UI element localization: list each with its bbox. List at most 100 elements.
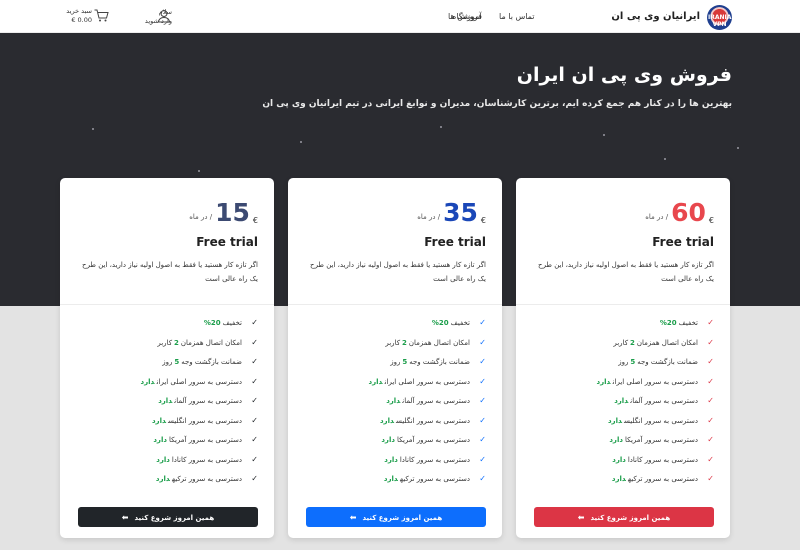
currency-symbol: € [480,216,486,225]
start-today-button[interactable]: همین امروز شروع کنید⬅ [78,507,258,527]
feature-item: ✓دسترسی به سرور ترکیهدارد [383,474,486,483]
check-icon: ✓ [707,415,714,425]
cart-label: سبد خرید [66,7,92,15]
price-period: / در ماه [189,213,213,221]
feature-item: ✓دسترسی به سرور انگلیسدارد [151,415,258,425]
star-dot [737,147,739,149]
check-icon: ✓ [479,396,486,405]
start-today-button[interactable]: همین امروز شروع کنید⬅ [534,507,714,527]
check-icon: ✓ [707,435,714,444]
price-period: / در ماه [417,213,441,221]
top-navbar: IRANIAN VPN ایرانیان وی پی ان تماس با ما… [0,0,800,33]
price-amount: 35 [443,198,478,227]
arrow-left-icon: ⬅ [349,512,357,522]
feature-list: ✓تخفیف20% ✓امکان اتصال همزمان2کاربر ✓ضما… [296,318,486,494]
check-icon: ✓ [251,474,258,483]
start-today-button[interactable]: همین امروز شروع کنید⬅ [306,507,486,527]
check-icon: ✓ [479,357,486,366]
plan-name: Free trial [652,235,714,249]
check-icon: ✓ [251,337,258,347]
check-icon: ✓ [707,376,714,386]
check-icon: ✓ [479,376,486,386]
brand-logo[interactable]: IRANIAN VPN [707,5,737,30]
feature-item: ✓دسترسی به سرور کانادادارد [156,454,258,464]
feature-item: ✓ضمانت بازگشت وجه5روز [162,357,258,366]
cart-amount: € 0.00 [71,16,92,24]
feature-list: ✓تخفیف20% ✓امکان اتصال همزمان2کاربر ✓ضما… [524,318,714,494]
feature-item: ✓دسترسی به سرور کانادادارد [384,454,486,464]
feature-item: ✓تخفیف20% [203,318,258,327]
feature-item: ✓دسترسی به سرور اصلی ایراندارد [596,376,714,386]
feature-item: ✓دسترسی به سرور آلماندارد [158,396,258,405]
feature-item: ✓دسترسی به سرور کانادادارد [612,454,714,464]
currency-symbol: € [252,216,258,225]
check-icon: ✓ [707,396,714,405]
check-icon: ✓ [251,357,258,366]
currency-symbol: € [708,216,714,225]
plan-description: اگر تازه کار هستید یا فقط به اصول اولیه … [538,261,714,283]
brand-name[interactable]: ایرانیان وی پی ان [611,11,700,22]
feature-item: ✓دسترسی به سرور اصلی ایراندارد [368,376,486,386]
check-icon: ✓ [479,337,486,347]
star-dot [440,126,442,128]
check-icon: ✓ [479,415,486,425]
check-icon: ✓ [707,318,714,327]
cart-summary[interactable]: سبد خرید € 0.00 [66,7,92,25]
feature-item: ✓دسترسی به سرور آمریکادارد [153,435,258,444]
star-dot [603,134,605,136]
feature-item: ✓امکان اتصال همزمان2کاربر [613,337,714,347]
user-icon[interactable] [157,9,171,23]
plan-name: Free trial [424,235,486,249]
check-icon: ✓ [707,357,714,366]
feature-list: ✓تخفیف20% ✓امکان اتصال همزمان2کاربر ✓ضما… [68,318,258,494]
check-icon: ✓ [707,454,714,464]
price-row: €15/ در ماه [189,198,258,228]
check-icon: ✓ [707,337,714,347]
check-icon: ✓ [251,415,258,425]
check-icon: ✓ [479,318,486,327]
check-icon: ✓ [479,435,486,444]
feature-item: ✓دسترسی به سرور آلماندارد [386,396,486,405]
check-icon: ✓ [251,454,258,464]
hero-title: فروش وی پی ان ایران [516,64,732,86]
arrow-left-icon: ⬅ [577,512,585,522]
feature-item: ✓دسترسی به سرور ترکیهدارد [611,474,714,483]
star-dot [92,128,94,130]
check-icon: ✓ [479,474,486,483]
check-icon: ✓ [707,474,714,483]
star-dot [300,141,302,143]
pricing-card: €60/ در ماه Free trial اگر تازه کار هستی… [516,178,730,538]
pricing-card: €35/ در ماه Free trial اگر تازه کار هستی… [288,178,502,538]
price-row: €35/ در ماه [417,198,486,228]
feature-item: ✓دسترسی به سرور ترکیهدارد [155,474,258,483]
feature-item: ✓امکان اتصال همزمان2کاربر [157,337,258,347]
logo-text: IRANIAN VPN [708,14,737,28]
check-icon: ✓ [251,435,258,444]
price-amount: 15 [215,198,250,227]
check-icon: ✓ [251,318,258,327]
card-divider [288,304,502,305]
check-icon: ✓ [251,376,258,386]
feature-item: ✓دسترسی به سرور آمریکادارد [381,435,486,444]
plan-name: Free trial [196,235,258,249]
feature-item: ✓امکان اتصال همزمان2کاربر [385,337,486,347]
price-amount: 60 [671,198,706,227]
pricing-card: €15/ در ماه Free trial اگر تازه کار هستی… [60,178,274,538]
nav-learn-link[interactable]: آموزش ها [448,12,481,21]
plan-description: اگر تازه کار هستید یا فقط به اصول اولیه … [82,261,258,283]
feature-item: ✓ضمانت بازگشت وجه5روز [390,357,486,366]
star-dot [664,158,666,160]
feature-item: ✓تخفیف20% [431,318,486,327]
feature-item: ✓دسترسی به سرور انگلیسدارد [607,415,714,425]
feature-item: ✓ضمانت بازگشت وجه5روز [618,357,714,366]
feature-item: ✓تخفیف20% [659,318,714,327]
feature-item: ✓دسترسی به سرور اصلی ایراندارد [140,376,258,386]
plan-description: اگر تازه کار هستید یا فقط به اصول اولیه … [310,261,486,283]
hero-subtitle: بهترین ها را در کنار هم جمع کرده ایم، بر… [262,99,732,109]
cart-icon[interactable] [94,9,109,22]
nav-contact-link[interactable]: تماس با ما [499,12,535,21]
price-period: / در ماه [645,213,669,221]
feature-item: ✓دسترسی به سرور آمریکادارد [609,435,714,444]
star-dot [198,170,200,172]
price-row: €60/ در ماه [645,198,714,228]
